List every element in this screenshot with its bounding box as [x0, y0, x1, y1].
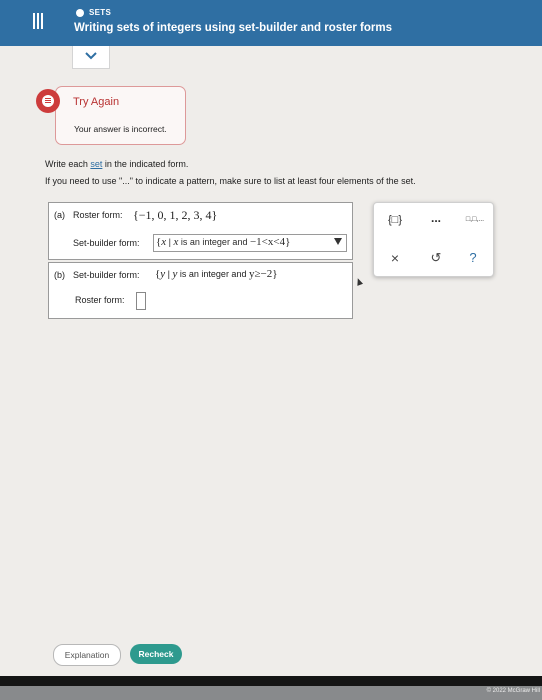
- feedback-message: Your answer is incorrect.: [74, 124, 167, 134]
- math-tools-palette: {□} ... □,□,... × ↺ ?: [373, 202, 494, 277]
- bottom-band: [0, 686, 542, 700]
- feedback-panel: [55, 86, 186, 145]
- set-braces-icon[interactable]: {□}: [384, 211, 406, 229]
- recheck-button[interactable]: Recheck: [130, 644, 182, 664]
- help-icon[interactable]: ?: [462, 249, 484, 267]
- topic-label: SETS: [76, 8, 111, 17]
- set-builder-answer-field[interactable]: {x | x is an integer and −1<x<4}: [153, 234, 347, 252]
- part-b-given-label: Set-builder form:: [73, 270, 140, 280]
- part-a-given-value: {−1, 0, 1, 2, 3, 4}: [133, 208, 218, 222]
- part-a-answer-label: Set-builder form:: [73, 238, 140, 248]
- feedback-title: Try Again: [73, 96, 120, 108]
- undo-icon[interactable]: ↺: [425, 249, 447, 267]
- topic-dot-icon: [76, 8, 84, 17]
- part-b-given-value: {y | y is an integer and y≥−2}: [155, 268, 278, 280]
- roster-answer-field[interactable]: [136, 292, 146, 310]
- instruction-line-1: Write each set in the indicated form.: [45, 159, 188, 169]
- part-b-box: (b) Set-builder form: {y | y is an integ…: [48, 262, 353, 319]
- set-glossary-link[interactable]: set: [90, 159, 102, 169]
- given-variable: y: [160, 268, 166, 280]
- topic-text: SETS: [89, 8, 112, 17]
- part-b-answer-label: Roster form:: [75, 295, 125, 305]
- instruction-line-2: If you need to use "..." to indicate a p…: [45, 176, 416, 186]
- menu-icon[interactable]: [33, 13, 43, 29]
- copyright-text: © 2022 McGraw Hill: [486, 688, 540, 694]
- roster-template-icon[interactable]: □,□,...: [460, 211, 490, 229]
- ellipsis-button[interactable]: ...: [425, 209, 447, 227]
- explanation-button[interactable]: Explanation: [53, 644, 121, 666]
- chevron-down-icon: [85, 52, 97, 60]
- instruction-text: Write each: [45, 159, 91, 169]
- given-close-brace: }: [272, 268, 278, 280]
- answer-text: is an integer and: [178, 237, 250, 247]
- header-bar: SETS Writing sets of integers using set-…: [0, 0, 542, 46]
- set-builder-answer-content: {x | x is an integer and −1<x<4}: [156, 236, 291, 248]
- given-text: is an integer and: [177, 269, 249, 279]
- part-a-box: (a) Roster form: {−1, 0, 1, 2, 3, 4} Set…: [48, 202, 353, 260]
- given-condition: y≥−2: [248, 268, 273, 280]
- feedback-error-icon: [36, 89, 60, 113]
- instruction-text-end: in the indicated form.: [102, 159, 189, 169]
- expand-tab[interactable]: [72, 46, 110, 69]
- mouse-cursor-icon: [354, 277, 364, 286]
- answer-condition: −1<x<4: [249, 236, 286, 248]
- close-brace: }: [285, 236, 291, 248]
- answer-variable: x: [161, 236, 167, 248]
- clear-icon[interactable]: ×: [384, 249, 406, 267]
- page: SETS Writing sets of integers using set-…: [0, 0, 542, 700]
- part-a-label: (a): [54, 210, 65, 220]
- dropdown-arrow-icon[interactable]: [334, 238, 342, 245]
- part-a-given-label: Roster form:: [73, 210, 123, 220]
- part-b-label: (b): [54, 270, 65, 280]
- page-title: Writing sets of integers using set-build…: [74, 22, 393, 34]
